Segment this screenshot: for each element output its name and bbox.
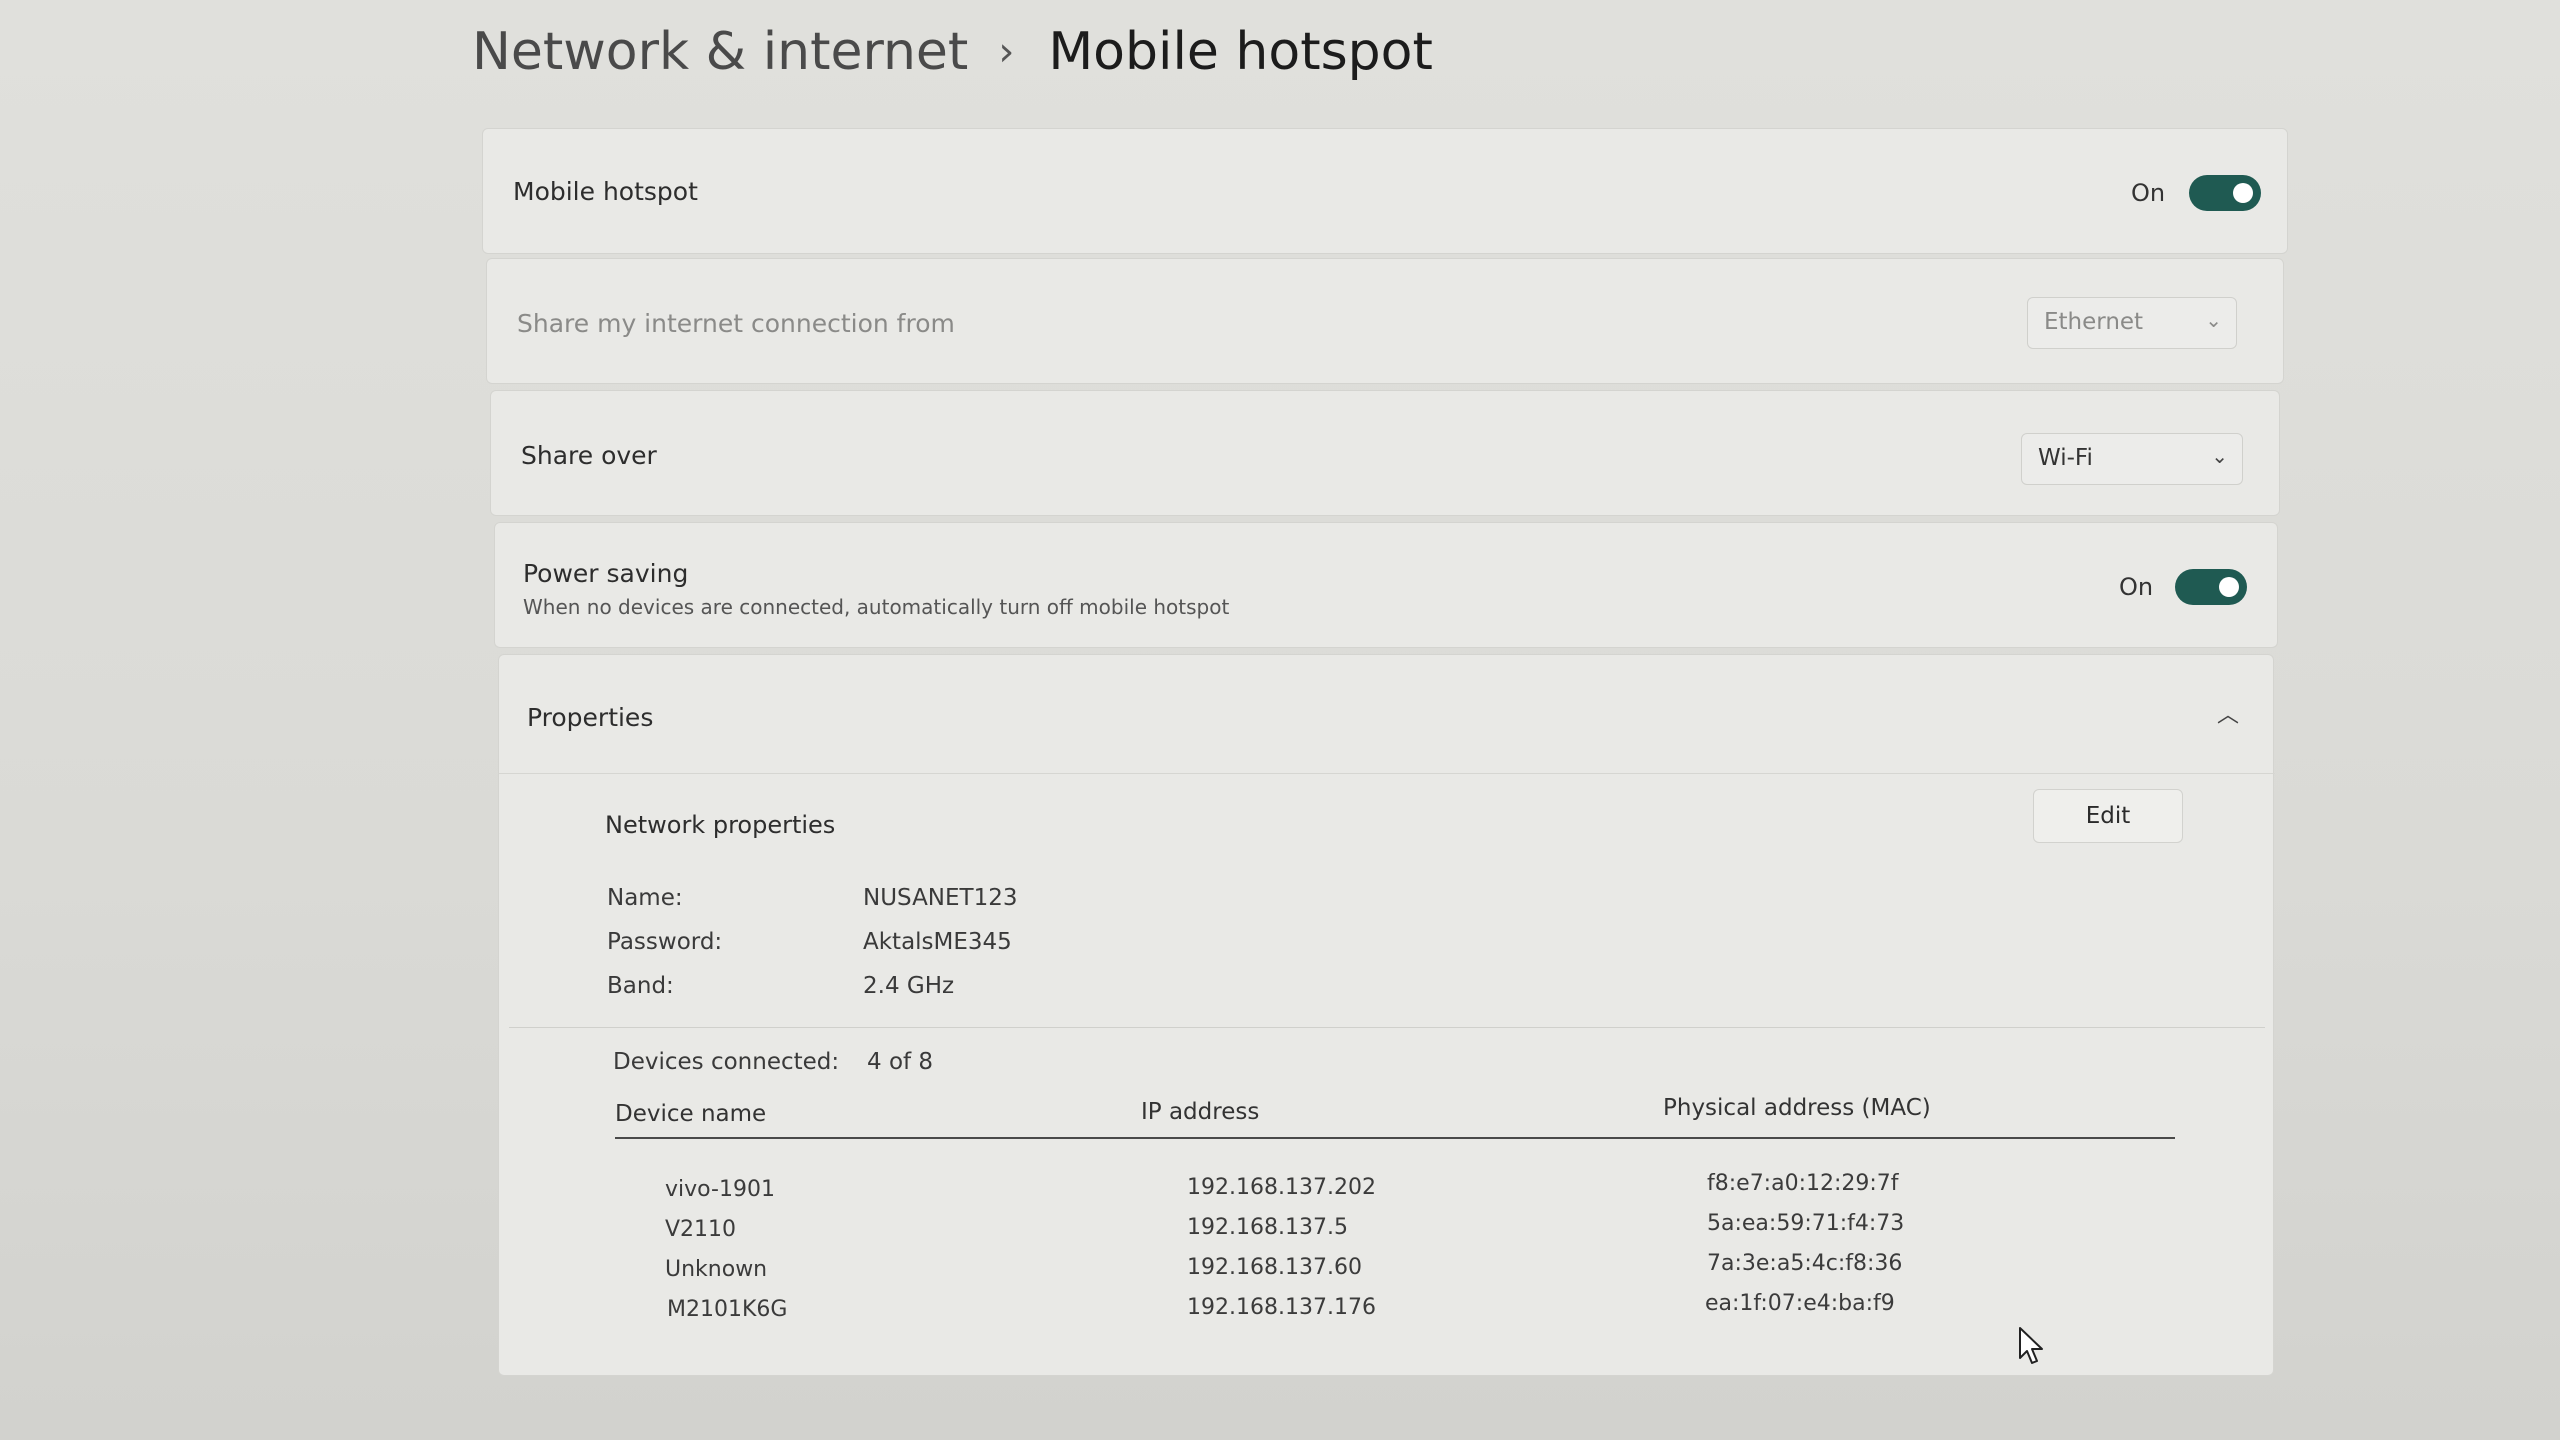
- property-value-band: 2.4 GHz: [863, 973, 955, 999]
- breadcrumb-parent-link[interactable]: Network & internet: [472, 22, 968, 82]
- mac-address-cell: ea:1f:07:e4:ba:f9: [1705, 1291, 1895, 1316]
- power-saving-toggle[interactable]: [2175, 569, 2247, 605]
- toggle-knob: [2233, 183, 2253, 203]
- mobile-hotspot-toggle[interactable]: [2189, 175, 2261, 211]
- device-name-cell: Unknown: [665, 1257, 768, 1282]
- power-saving-state-text: On: [2119, 573, 2154, 601]
- properties-panel: Properties ︿ Network properties Edit Nam…: [498, 654, 2275, 1376]
- power-saving-description: When no devices are connected, automatic…: [523, 595, 1230, 619]
- device-name-cell: M2101K6G: [667, 1297, 788, 1322]
- chevron-up-icon: ︿: [2217, 703, 2240, 728]
- property-value-password: AktalsME345: [863, 929, 1012, 955]
- table-header-divider: [615, 1137, 2175, 1139]
- share-over-label: Share over: [521, 441, 657, 470]
- property-key-band: Band:: [607, 973, 674, 999]
- property-key-name: Name:: [607, 885, 683, 911]
- share-over-value: Wi-Fi: [2038, 445, 2093, 471]
- devices-connected-value: 4 of 8: [867, 1049, 934, 1075]
- chevron-down-icon: ⌄: [2205, 308, 2222, 332]
- mac-address-cell: 7a:3e:a5:4c:f8:36: [1707, 1251, 1903, 1276]
- mobile-hotspot-label: Mobile hotspot: [513, 177, 698, 206]
- power-saving-row: Power saving When no devices are connect…: [494, 522, 2278, 648]
- column-header-device-name: Device name: [615, 1101, 767, 1127]
- ip-address-cell: 192.168.137.202: [1187, 1175, 1376, 1200]
- properties-header[interactable]: Properties ︿: [499, 655, 2275, 774]
- share-from-label: Share my internet connection from: [517, 309, 955, 338]
- property-key-password: Password:: [607, 929, 723, 955]
- mobile-hotspot-state-text: On: [2131, 179, 2166, 207]
- share-over-dropdown[interactable]: Wi-Fi ⌄: [2021, 433, 2243, 485]
- settings-page: Network & internet › Mobile hotspot Mobi…: [0, 0, 2560, 1440]
- properties-label: Properties: [527, 703, 654, 732]
- section-divider: [509, 1027, 2265, 1028]
- mobile-hotspot-row: Mobile hotspot On: [482, 128, 2288, 254]
- device-name-cell: vivo-1901: [665, 1177, 775, 1202]
- network-properties-label: Network properties: [605, 811, 836, 839]
- power-saving-label: Power saving: [523, 559, 689, 588]
- device-name-cell: V2110: [665, 1217, 737, 1242]
- page-title: Mobile hotspot: [1048, 22, 1433, 82]
- breadcrumb: Network & internet › Mobile hotspot: [472, 22, 1433, 82]
- ip-address-cell: 192.168.137.5: [1187, 1215, 1348, 1240]
- column-header-ip-address: IP address: [1141, 1099, 1260, 1125]
- devices-connected-label: Devices connected:: [613, 1049, 840, 1075]
- edit-button[interactable]: Edit: [2033, 789, 2183, 843]
- mac-address-cell: 5a:ea:59:71:f4:73: [1707, 1211, 1905, 1236]
- toggle-knob: [2219, 577, 2239, 597]
- chevron-right-icon: ›: [998, 29, 1015, 75]
- chevron-down-icon: ⌄: [2211, 444, 2228, 468]
- column-header-mac: Physical address (MAC): [1663, 1095, 1931, 1121]
- share-from-dropdown[interactable]: Ethernet ⌄: [2027, 297, 2237, 349]
- share-from-value: Ethernet: [2044, 309, 2144, 335]
- ip-address-cell: 192.168.137.176: [1187, 1295, 1376, 1320]
- share-from-row: Share my internet connection from Ethern…: [486, 258, 2284, 384]
- share-over-row: Share over Wi-Fi ⌄: [490, 390, 2280, 516]
- mac-address-cell: f8:e7:a0:12:29:7f: [1707, 1171, 1899, 1196]
- mouse-pointer-icon: [2019, 1327, 2043, 1364]
- property-value-name: NUSANET123: [863, 885, 1018, 911]
- ip-address-cell: 192.168.137.60: [1187, 1255, 1362, 1280]
